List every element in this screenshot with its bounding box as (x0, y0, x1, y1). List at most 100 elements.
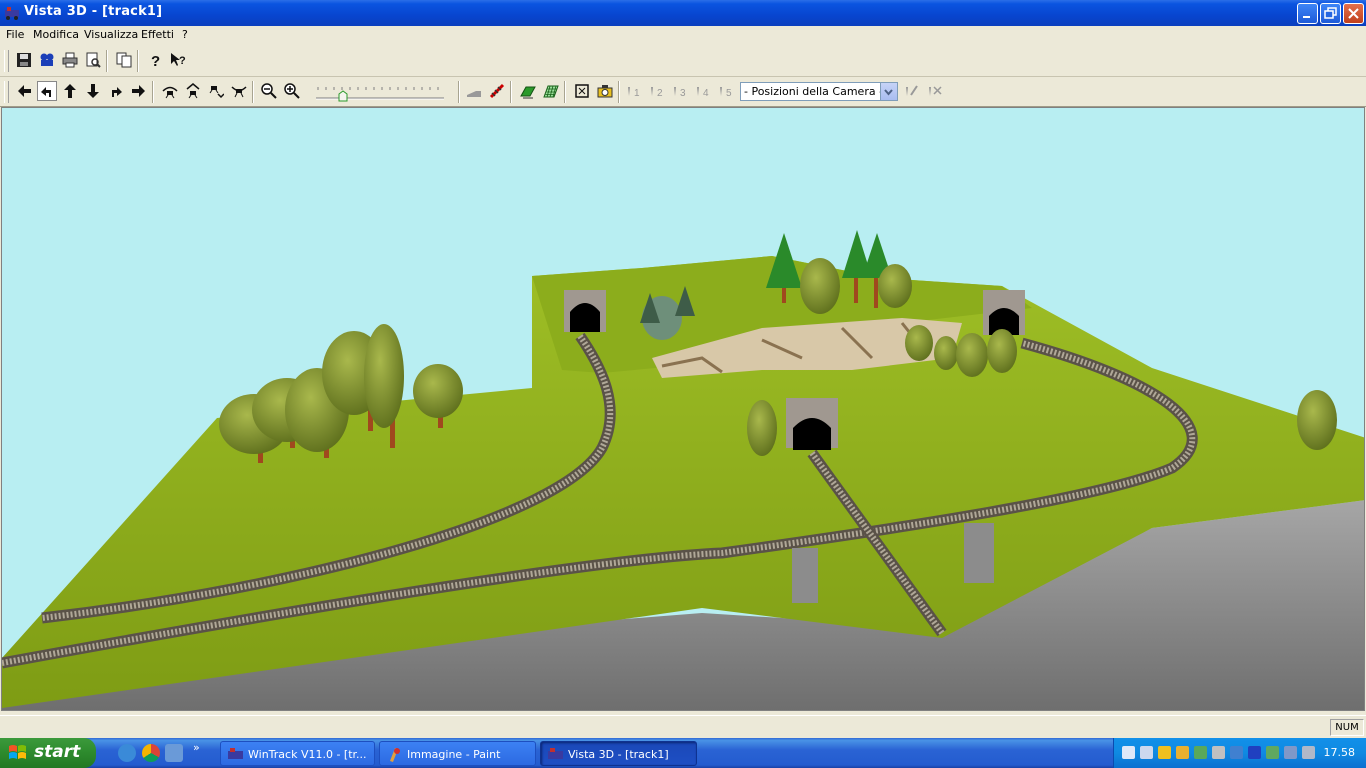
toolbar-separator (106, 50, 108, 72)
toolbar-grip[interactable] (4, 81, 9, 103)
camera-position-icon: 5 (720, 87, 732, 99)
tilt-up-button[interactable] (160, 81, 180, 101)
svg-text:?: ? (151, 53, 160, 68)
terrain-button[interactable] (518, 81, 538, 101)
grid-button[interactable] (541, 81, 561, 101)
3d-scene (2, 230, 1364, 710)
task-wintrack[interactable]: WinTrack V11.0 - [tr... (220, 741, 375, 766)
print-button[interactable] (60, 50, 80, 70)
fit-view-button[interactable] (572, 81, 592, 101)
profile-button[interactable] (464, 81, 484, 101)
display-icon[interactable] (1140, 746, 1153, 759)
camera-position-3-button[interactable]: 3 (671, 81, 691, 101)
printer-icon (62, 52, 78, 68)
camera-position-5-button[interactable]: 5 (717, 81, 737, 101)
save-camera-position-button[interactable] (901, 81, 921, 101)
help-button[interactable]: ? (145, 50, 165, 70)
dropdown-button[interactable] (880, 83, 897, 100)
menu-file[interactable]: File (6, 28, 24, 41)
antivirus-icon[interactable] (1176, 746, 1189, 759)
camera-position-1-button[interactable]: 1 (625, 81, 645, 101)
windows-logo-icon (9, 745, 26, 759)
camera-positions-select[interactable]: - Posizioni della Camera - (740, 82, 898, 101)
security-shield-icon[interactable] (1158, 746, 1171, 759)
svg-text:?: ? (179, 55, 186, 67)
snapshot-button[interactable] (595, 81, 615, 101)
monitor-icon[interactable] (1284, 746, 1297, 759)
zoom-out-button[interactable] (259, 81, 279, 101)
track-piece-icon (489, 83, 505, 99)
track-profile-icon (467, 91, 481, 97)
camera-position-2-button[interactable]: 2 (648, 81, 668, 101)
arrow-down-icon (87, 84, 99, 98)
lower-camera-button[interactable] (206, 81, 226, 101)
slider-thumb (338, 90, 348, 102)
tunnel-portal (786, 398, 838, 450)
network-icon[interactable] (1122, 746, 1135, 759)
zoom-in-button[interactable] (282, 81, 302, 101)
close-button[interactable] (1343, 3, 1364, 24)
bluetooth-icon[interactable] (1248, 746, 1261, 759)
print-preview-icon (86, 52, 101, 68)
camera-save-icon (906, 85, 918, 96)
print-preview-button[interactable] (83, 50, 103, 70)
camera-position-icon: 2 (651, 87, 663, 99)
volume-icon[interactable] (1212, 746, 1225, 759)
copy-icon (116, 52, 132, 68)
train-app-icon (5, 7, 19, 20)
zoom-slider[interactable] (314, 84, 446, 102)
bridge-pier (964, 523, 994, 583)
status-bar: NUM (0, 715, 1366, 738)
task-label: Vista 3D - [track1] (568, 748, 669, 761)
toolbar-grip[interactable] (4, 50, 9, 72)
menu-visualizza[interactable]: Visualizza (84, 28, 138, 41)
camera-view-button[interactable] (37, 50, 57, 70)
safely-remove-icon[interactable] (1266, 746, 1279, 759)
task-vista-3d[interactable]: Vista 3D - [track1] (540, 741, 697, 766)
track-tool-button[interactable] (487, 81, 507, 101)
task-paint[interactable]: Immagine - Paint (379, 741, 536, 766)
move-down-button[interactable] (83, 81, 103, 101)
phone-icon[interactable] (1230, 746, 1243, 759)
copy-button[interactable] (114, 50, 134, 70)
camera-position-icon: 1 (628, 87, 640, 99)
minimize-button[interactable] (1297, 3, 1318, 24)
menu-bar: File Modifica Visualizza Effetti ? (0, 26, 1366, 47)
move-right-button[interactable] (129, 81, 149, 101)
chrome-icon[interactable] (142, 744, 160, 762)
camera-position-4-button[interactable]: 4 (694, 81, 714, 101)
title-bar: Vista 3D - [track1] (0, 0, 1366, 26)
start-button[interactable]: start (0, 738, 96, 768)
restore-icon (1324, 7, 1337, 19)
tilt-down-button[interactable] (229, 81, 249, 101)
rotate-right-button[interactable] (106, 81, 126, 101)
chevron-right-icon[interactable]: » (193, 741, 200, 754)
camera-position-number: 4 (703, 88, 709, 99)
menu-effetti[interactable]: Effetti (141, 28, 174, 41)
internet-explorer-icon[interactable] (118, 744, 136, 762)
start-label: start (34, 742, 81, 762)
move-up-button[interactable] (60, 81, 80, 101)
toolbar-separator (510, 81, 512, 103)
task-label: WinTrack V11.0 - [tr... (248, 748, 367, 761)
terrain-icon (520, 86, 536, 99)
move-left-button[interactable] (14, 81, 34, 101)
camera-raise-icon (186, 83, 200, 99)
menu-modifica[interactable]: Modifica (33, 28, 79, 41)
context-help-button[interactable]: ? (168, 50, 188, 70)
rotate-left-button[interactable] (37, 81, 57, 101)
wintrack-icon (228, 748, 243, 759)
camera-position-icon: 3 (674, 87, 686, 99)
quicklaunch-app-icon[interactable] (165, 744, 183, 762)
turn-right-icon (112, 87, 122, 97)
computer-icon[interactable] (1302, 746, 1315, 759)
delete-camera-position-button[interactable] (924, 81, 944, 101)
menu-help[interactable]: ? (182, 28, 188, 41)
tunnel-portal (564, 290, 606, 332)
arrow-up-icon (64, 84, 76, 98)
3d-viewport[interactable] (1, 107, 1365, 711)
restore-button[interactable] (1320, 3, 1341, 24)
raise-camera-button[interactable] (183, 81, 203, 101)
update-icon[interactable] (1194, 746, 1207, 759)
save-button[interactable] (14, 50, 34, 70)
